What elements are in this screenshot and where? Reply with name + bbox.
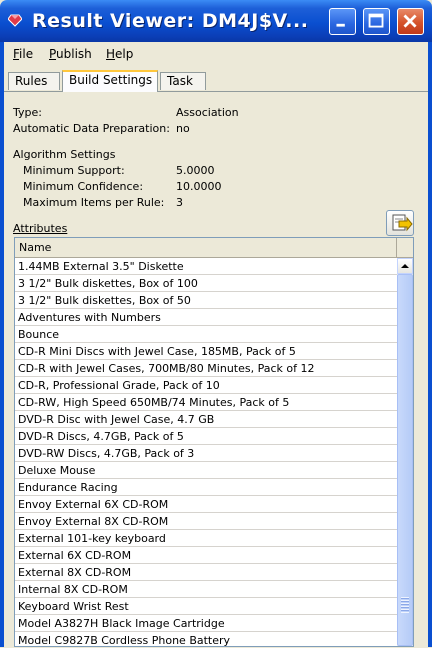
table-row[interactable]: Endurance Racing xyxy=(15,479,397,496)
table-row[interactable]: Adventures with Numbers xyxy=(15,309,397,326)
max-items-label: Maximum Items per Rule: xyxy=(23,196,165,209)
close-icon xyxy=(403,14,417,28)
adp-label: Automatic Data Preparation: xyxy=(13,122,170,135)
max-items-value: 3 xyxy=(176,196,183,209)
table-row[interactable]: CD-RW, High Speed 650MB/74 Minutes, Pack… xyxy=(15,394,397,411)
export-icon xyxy=(392,214,413,232)
table-row[interactable]: External 101-key keyboard xyxy=(15,530,397,547)
menu-help[interactable]: Help xyxy=(106,47,133,61)
column-header-label: Name xyxy=(19,241,52,254)
arrow-up-icon xyxy=(401,264,409,268)
table-row[interactable]: DVD-R Discs, 4.7GB, Pack of 5 xyxy=(15,428,397,445)
table-row[interactable]: Envoy External 8X CD-ROM xyxy=(15,513,397,530)
attributes-heading: Attributes xyxy=(13,222,68,235)
tab-build-settings[interactable]: Build Settings xyxy=(62,70,158,92)
maximize-icon xyxy=(368,13,384,28)
minimize-icon xyxy=(336,23,345,27)
table-row[interactable]: Internal 8X CD-ROM xyxy=(15,581,397,598)
window-title: Result Viewer: DM4J$V... xyxy=(32,10,309,32)
table-row[interactable]: Keyboard Wrist Rest xyxy=(15,598,397,615)
min-confidence-label: Minimum Confidence: xyxy=(23,180,144,193)
adp-value: no xyxy=(176,122,190,135)
type-label: Type: xyxy=(13,106,42,119)
table-row[interactable]: 3 1/2" Bulk diskettes, Box of 100 xyxy=(15,275,397,292)
menu-publish[interactable]: Publish xyxy=(49,47,92,61)
close-button[interactable] xyxy=(397,8,424,35)
table-row[interactable]: External 8X CD-ROM xyxy=(15,564,397,581)
min-support-label: Minimum Support: xyxy=(23,164,125,177)
menu-file[interactable]: File xyxy=(13,47,33,61)
gem-icon xyxy=(8,14,22,27)
min-support-value: 5.0000 xyxy=(176,164,215,177)
tab-strip: Rules Build Settings Task xyxy=(4,70,428,92)
table-row[interactable]: Deluxe Mouse xyxy=(15,462,397,479)
attributes-table[interactable]: Name 1.44MB External 3.5" Diskette 3 1/2"… xyxy=(14,237,414,647)
column-header-name[interactable]: Name xyxy=(15,238,397,258)
table-row[interactable]: CD-R with Jewel Cases, 700MB/80 Minutes,… xyxy=(15,360,397,377)
min-confidence-value: 10.0000 xyxy=(176,180,222,193)
vertical-scrollbar[interactable] xyxy=(397,258,413,646)
algorithm-settings-heading: Algorithm Settings xyxy=(13,148,116,161)
scroll-up-button[interactable] xyxy=(397,258,413,274)
title-bar[interactable]: Result Viewer: DM4J$V... xyxy=(0,0,432,42)
table-row[interactable]: CD-R, Professional Grade, Pack of 10 xyxy=(15,377,397,394)
scroll-grip xyxy=(401,597,409,613)
scroll-thumb[interactable] xyxy=(397,274,413,646)
table-row[interactable]: External 6X CD-ROM xyxy=(15,547,397,564)
table-row[interactable]: Envoy External 6X CD-ROM xyxy=(15,496,397,513)
table-body: 1.44MB External 3.5" Diskette 3 1/2" Bulk… xyxy=(15,258,397,646)
type-value: Association xyxy=(176,106,239,119)
table-row[interactable]: CD-R Mini Discs with Jewel Case, 185MB, … xyxy=(15,343,397,360)
table-row[interactable]: DVD-R Disc with Jewel Case, 4.7 GB xyxy=(15,411,397,428)
menu-bar: File Publish Help xyxy=(4,42,428,66)
tab-task[interactable]: Task xyxy=(160,72,206,90)
table-row[interactable]: DVD-RW Discs, 4.7GB, Pack of 3 xyxy=(15,445,397,462)
table-row[interactable]: Model A3827H Black Image Cartridge xyxy=(15,615,397,632)
table-corner xyxy=(397,238,413,258)
table-row[interactable]: Bounce xyxy=(15,326,397,343)
maximize-button[interactable] xyxy=(363,8,390,35)
minimize-button[interactable] xyxy=(329,8,356,35)
tab-rules[interactable]: Rules xyxy=(8,72,60,90)
export-button[interactable] xyxy=(386,210,414,236)
table-row[interactable]: 3 1/2" Bulk diskettes, Box of 50 xyxy=(15,292,397,309)
table-row[interactable]: Model C9827B Cordless Phone Battery xyxy=(15,632,397,646)
table-row[interactable]: 1.44MB External 3.5" Diskette xyxy=(15,258,397,275)
